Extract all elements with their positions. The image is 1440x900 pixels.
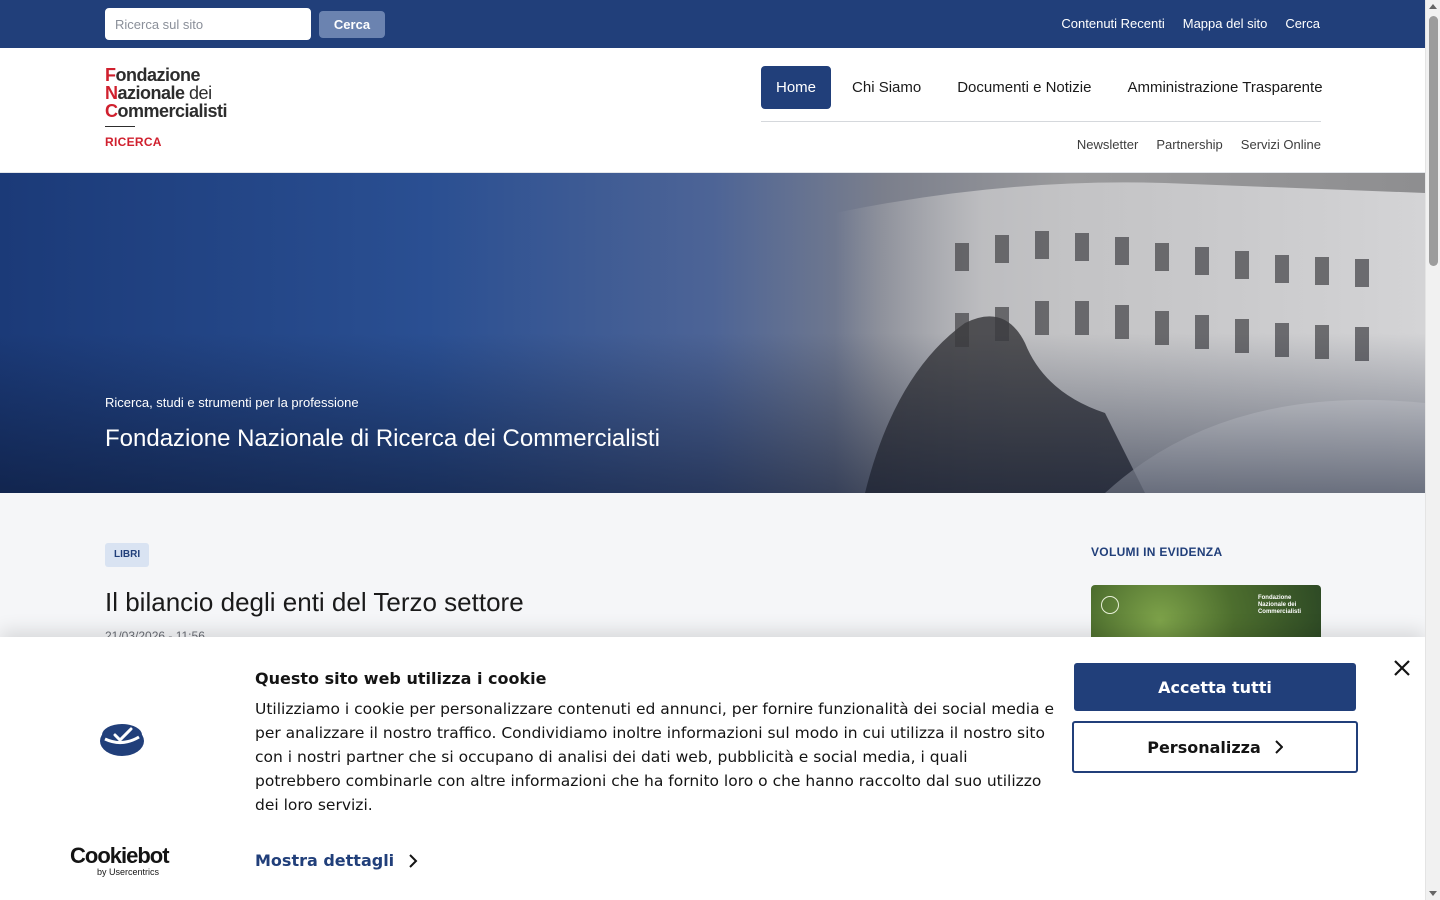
cookie-description: Utilizziamo i cookie per personalizzare … <box>255 700 1055 814</box>
close-icon[interactable] <box>1392 658 1412 678</box>
logo-subtitle: RICERCA <box>105 135 162 149</box>
link-recent-content[interactable]: Contenuti Recenti <box>1061 16 1164 31</box>
accept-all-button[interactable]: Accetta tutti <box>1074 663 1356 711</box>
nav-divider <box>761 121 1321 122</box>
hero-title: Fondazione Nazionale di Ricerca dei Comm… <box>105 425 660 452</box>
chevron-right-icon <box>1275 740 1283 754</box>
subnav-servizi-online[interactable]: Servizi Online <box>1241 137 1321 152</box>
article-title[interactable]: Il bilancio degli enti del Terzo settore <box>105 587 524 618</box>
chevron-right-icon <box>409 853 418 868</box>
show-details-link[interactable]: Mostra dettagli <box>255 851 418 870</box>
site-logo[interactable]: Fondazione Nazionale dei Commercialisti … <box>105 66 245 154</box>
page-scrollbar[interactable] <box>1425 0 1440 900</box>
nav-item-documenti-notizie[interactable]: Documenti e Notizie <box>942 66 1106 109</box>
cookiebot-brand: Cookiebot <box>70 843 170 868</box>
scroll-up-icon[interactable] <box>1429 4 1437 9</box>
scroll-down-icon[interactable] <box>1429 891 1437 896</box>
sidebar-title: VOLUMI IN EVIDENZA <box>1091 545 1223 559</box>
nav-item-chi-siamo[interactable]: Chi Siamo <box>837 66 936 109</box>
cookiebot-logo-icon <box>100 724 144 756</box>
site-search-button[interactable]: Cerca <box>319 11 385 38</box>
nav-item-home[interactable]: Home <box>761 66 832 109</box>
customize-label: Personalizza <box>1147 737 1261 757</box>
link-sitemap[interactable]: Mappa del sito <box>1183 16 1268 31</box>
hero-tagline: Ricerca, studi e strumenti per la profes… <box>105 395 359 410</box>
scrollbar-thumb[interactable] <box>1429 16 1438 266</box>
utility-links: Contenuti Recenti Mappa del sito Cerca <box>1061 16 1320 31</box>
logo-divider <box>105 126 135 127</box>
category-badge[interactable]: LIBRI <box>105 543 150 567</box>
cookie-title: Questo sito web utilizza i cookie <box>255 669 547 688</box>
show-details-label: Mostra dettagli <box>255 851 395 870</box>
site-search-input[interactable] <box>105 8 311 40</box>
main-navigation: Home Chi Siamo Documenti e Notizie Ammin… <box>761 66 1344 109</box>
cookiebot-brand-sub: by Usercentrics <box>97 867 160 877</box>
subnav-newsletter[interactable]: Newsletter <box>1077 137 1138 152</box>
link-search[interactable]: Cerca <box>1285 16 1320 31</box>
hero-banner: Ricerca, studi e strumenti per la profes… <box>0 173 1425 493</box>
nav-item-amministrazione-trasparente[interactable]: Amministrazione Trasparente <box>1112 66 1337 109</box>
customize-button[interactable]: Personalizza <box>1072 721 1358 773</box>
book-publisher-label: Fondazione Nazionale dei Commercialisti <box>1257 595 1301 615</box>
secondary-navigation: Newsletter Partnership Servizi Online <box>1077 137 1321 152</box>
cookie-banner: Cookiebot by Usercentrics Questo sito we… <box>0 637 1425 900</box>
subnav-partnership[interactable]: Partnership <box>1156 137 1222 152</box>
site-header: Fondazione Nazionale dei Commercialisti … <box>0 48 1425 173</box>
top-utility-bar: Cerca Contenuti Recenti Mappa del sito C… <box>0 0 1425 48</box>
featured-book-cover[interactable]: Fondazione Nazionale dei Commercialisti <box>1091 585 1321 645</box>
book-emblem-icon <box>1101 596 1119 614</box>
